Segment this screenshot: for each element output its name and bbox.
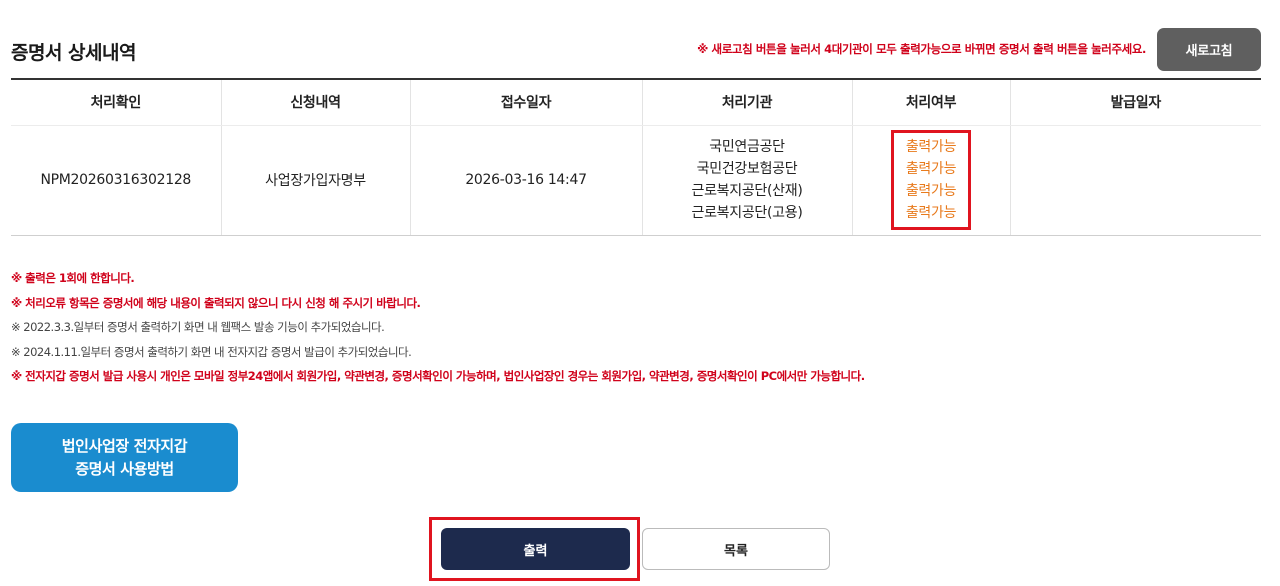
header-issued-date: 발급일자 xyxy=(1010,79,1261,126)
status-item: 출력가능 xyxy=(905,139,957,155)
agency-item: 근로복지공단(고용) xyxy=(691,205,803,221)
header-received-date: 접수일자 xyxy=(410,79,643,126)
page-title: 증명서 상세내역 xyxy=(11,42,136,64)
status-item: 출력가능 xyxy=(905,183,957,199)
cell-received-at: 2026-03-16 14:47 xyxy=(410,125,643,236)
header-status: 처리여부 xyxy=(852,79,1011,126)
agency-item: 국민건강보험공단 xyxy=(696,161,798,177)
table-header-row: 처리확인 신청내역 접수일자 처리기관 처리여부 발급일자 xyxy=(11,79,1261,126)
agency-item: 국민연금공단 xyxy=(709,139,785,155)
status-highlight-box: 출력가능 출력가능 출력가능 출력가능 xyxy=(890,130,972,230)
table-row: NPM20260316302128 사업장가입자명부 2026-03-16 14… xyxy=(11,125,1261,236)
notice-webfax: ※ 2022.3.3.일부터 증명서 출력하기 화면 내 웹팩스 발송 기능이 … xyxy=(11,320,385,334)
agency-list: 국민연금공단 국민건강보험공단 근로복지공단(산재) 근로복지공단(고용) xyxy=(643,136,852,224)
wallet-guide-button[interactable]: 법인사업장 전자지갑 증명서 사용방법 xyxy=(11,423,238,492)
notice-wallet-usage: ※ 전자지갑 증명서 발급 사용시 개인은 모바일 정부24앱에서 회원가입, … xyxy=(11,369,865,383)
notice-print-once: ※ 출력은 1회에 한합니다. xyxy=(11,271,135,285)
wallet-guide-line2: 증명서 사용방법 xyxy=(75,459,174,478)
print-button[interactable]: 출력 xyxy=(441,528,630,570)
notice-error-items: ※ 처리오류 항목은 증명서에 해당 내용이 출력되지 않으니 다시 신청 해 … xyxy=(11,295,421,310)
status-item: 출력가능 xyxy=(905,205,957,221)
wallet-guide-line1: 법인사업장 전자지갑 xyxy=(61,436,188,455)
cell-application: 사업장가입자명부 xyxy=(221,125,411,236)
header-application: 신청내역 xyxy=(221,79,411,126)
header-confirm: 처리확인 xyxy=(11,79,222,126)
refresh-button[interactable]: 새로고침 xyxy=(1157,28,1261,71)
notice-list: ※ 출력은 1회에 한합니다. ※ 처리오류 항목은 증명서에 해당 내용이 출… xyxy=(11,266,865,389)
cell-agencies: 국민연금공단 국민건강보험공단 근로복지공단(산재) 근로복지공단(고용) xyxy=(642,125,853,236)
cell-confirm-no: NPM20260316302128 xyxy=(11,125,222,236)
certificate-detail-table: 처리확인 신청내역 접수일자 처리기관 처리여부 발급일자 NPM2026031… xyxy=(11,78,1261,236)
agency-item: 근로복지공단(산재) xyxy=(691,183,803,199)
list-button[interactable]: 목록 xyxy=(642,528,830,570)
status-item: 출력가능 xyxy=(905,161,957,177)
refresh-notice: ※ 새로고침 버튼을 눌러서 4대기관이 모두 출력가능으로 바뀌면 증명서 출… xyxy=(697,42,1146,56)
cell-status: 출력가능 출력가능 출력가능 출력가능 xyxy=(852,125,1011,236)
notice-wallet-added: ※ 2024.1.11.일부터 증명서 출력하기 화면 내 전자지갑 증명서 발… xyxy=(11,344,412,359)
header-agency: 처리기관 xyxy=(642,79,853,126)
cell-issued-at xyxy=(1010,125,1261,236)
